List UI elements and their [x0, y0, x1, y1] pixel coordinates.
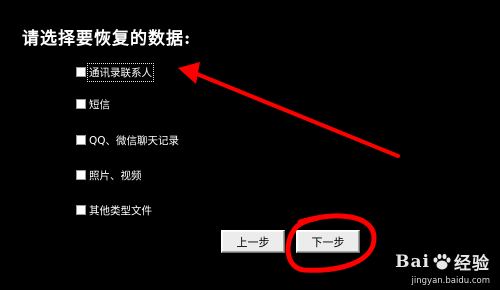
checkbox-sms[interactable] — [76, 99, 86, 109]
option-contacts-label: 通讯录联系人 — [87, 62, 154, 82]
paw-icon — [433, 253, 451, 269]
option-chat-records-label: QQ、微信聊天记录 — [89, 134, 180, 147]
option-chat-records[interactable]: QQ、微信聊天记录 — [76, 133, 179, 147]
option-other-files[interactable]: 其他类型文件 — [76, 203, 152, 217]
checkbox-photos-videos[interactable] — [76, 170, 86, 180]
checkbox-other-files[interactable] — [76, 205, 86, 215]
watermark-brand-prefix: Bai — [395, 251, 430, 272]
dialog-title: 请选择要恢复的数据: — [22, 29, 192, 49]
checkbox-contacts[interactable] — [76, 67, 86, 77]
option-sms-label: 短信 — [89, 98, 110, 111]
red-arrow-annotation — [190, 70, 400, 158]
watermark-brand-suffix: 经验 — [454, 254, 490, 274]
baidu-watermark: Bai 经验 jingyan.baidu.com — [395, 249, 490, 287]
option-photos-videos-label: 照片、视频 — [89, 169, 142, 182]
option-other-files-label: 其他类型文件 — [89, 204, 152, 217]
red-arrowhead-annotation — [178, 62, 200, 84]
option-sms[interactable]: 短信 — [76, 97, 110, 111]
watermark-url: jingyan.baidu.com — [411, 276, 490, 286]
next-step-button[interactable]: 下一步 — [296, 230, 360, 253]
checkbox-chat-records[interactable] — [76, 135, 86, 145]
option-photos-videos[interactable]: 照片、视频 — [76, 168, 142, 182]
prev-step-button[interactable]: 上一步 — [221, 230, 285, 253]
option-contacts[interactable]: 通讯录联系人 — [76, 62, 154, 82]
